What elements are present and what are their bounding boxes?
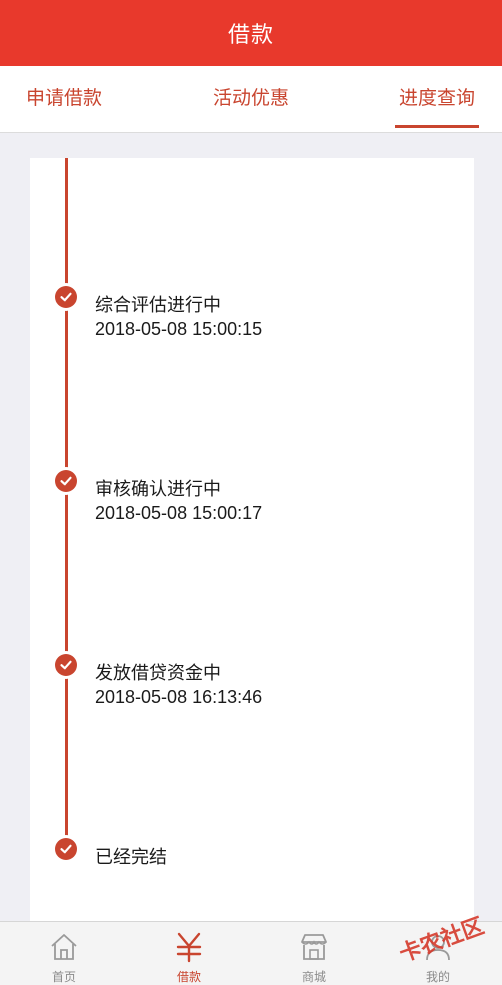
step-title: 已经完结: [95, 847, 167, 867]
yen-icon: [176, 932, 202, 963]
nav-label: 借款: [176, 970, 201, 984]
store-icon: [301, 934, 327, 960]
nav-item-loan[interactable]: 借款: [139, 922, 239, 985]
timeline-line-segment: [65, 310, 68, 470]
timeline-line-segment: [65, 494, 68, 654]
check-circle-icon: [55, 654, 77, 676]
step-time: 2018-05-08 16:13:46: [95, 687, 263, 707]
tab-apply-loan[interactable]: 申请借款: [26, 66, 102, 132]
step-title: 审核确认进行中: [95, 479, 221, 499]
tab-bar: 申请借款 活动优惠 进度查询: [0, 66, 502, 133]
nav-label: 我的: [425, 970, 450, 984]
tab-progress-query[interactable]: 进度查询: [394, 66, 480, 132]
nav-item-store[interactable]: 商城: [264, 922, 364, 985]
home-icon: [51, 934, 77, 960]
check-circle-icon: [55, 838, 77, 860]
nav-item-home[interactable]: 首页: [14, 922, 114, 985]
nav-label: 商城: [301, 970, 326, 984]
nav-label: 首页: [51, 970, 76, 984]
step-time: 2018-05-08 15:00:15: [95, 319, 263, 339]
title-bar: 借款: [0, 0, 502, 66]
step-title: 发放借贷资金中: [95, 663, 221, 683]
check-circle-icon: [55, 286, 77, 308]
app-screen: 借款 申请借款 活动优惠 进度查询 综合评估进行中 2018-05-08 15:…: [0, 0, 502, 985]
step-title: 综合评估进行中: [95, 295, 221, 315]
check-circle-icon: [55, 470, 77, 492]
page-title: 借款: [227, 22, 274, 47]
timeline-line-segment: [65, 678, 68, 838]
step-time: 2018-05-08 15:00:17: [95, 503, 263, 523]
progress-card: 综合评估进行中 2018-05-08 15:00:15 审核确认进行中 2018…: [30, 158, 474, 928]
timeline-line-segment: [65, 158, 68, 286]
tab-promotions[interactable]: 活动优惠: [213, 66, 289, 132]
